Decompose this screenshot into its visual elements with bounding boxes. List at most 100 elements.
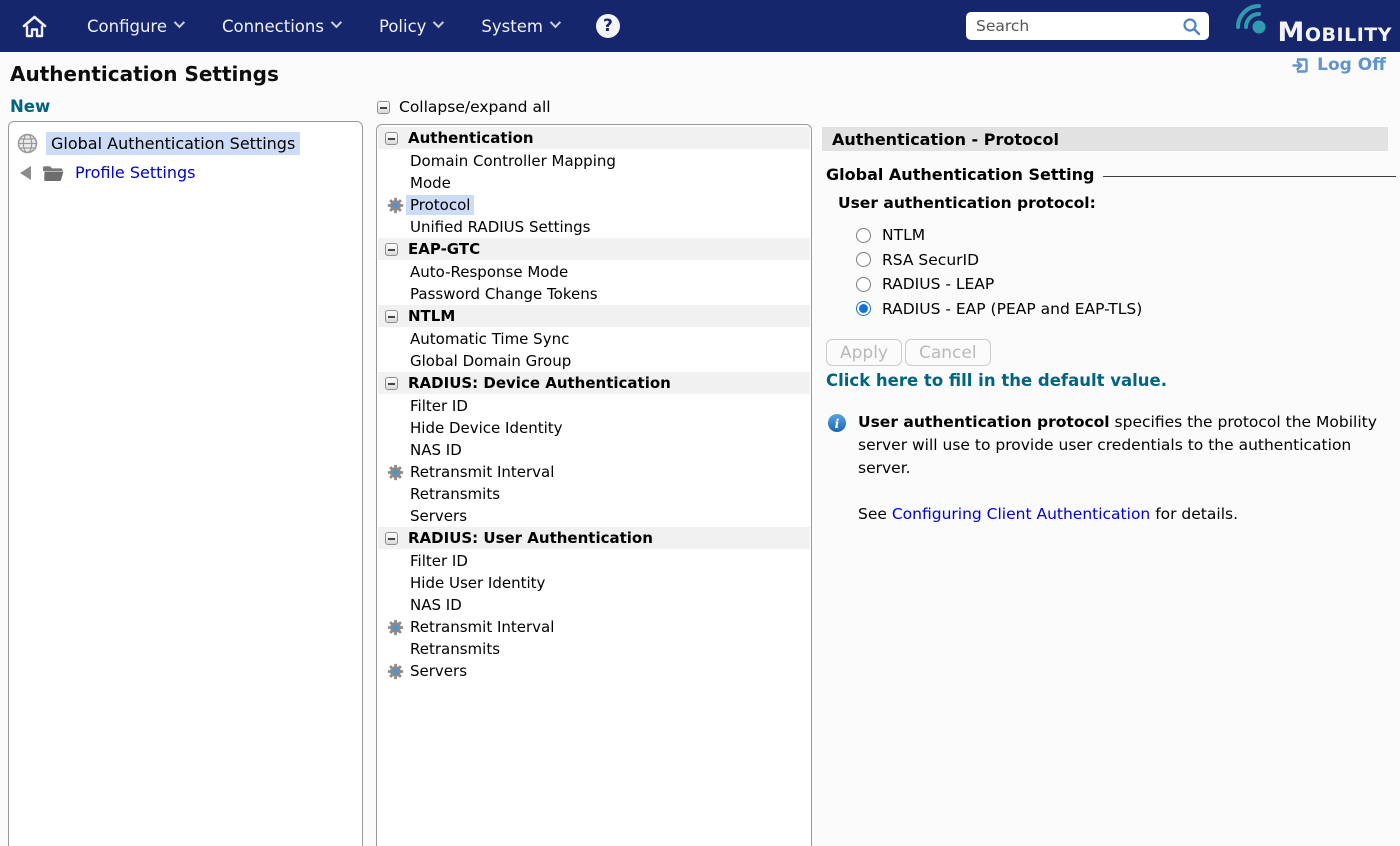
help-icon[interactable]: ? <box>596 14 620 38</box>
radio-label: NTLM <box>882 226 925 244</box>
cancel-button[interactable]: Cancel <box>905 339 991 366</box>
setting-item[interactable]: Auto-Response Mode <box>378 261 810 283</box>
setting-item[interactable]: Mode <box>378 172 810 194</box>
home-icon <box>22 15 47 38</box>
section-ntlm[interactable]: NTLM <box>378 305 810 327</box>
settings-tree-panel: Global Authentication Settings Profile S… <box>8 121 363 846</box>
nav-menu-system[interactable]: System <box>481 17 558 36</box>
radio-option-ntlm[interactable]: NTLM <box>856 223 1142 248</box>
setting-item[interactable]: Hide User Identity <box>378 572 810 594</box>
setting-label: Servers <box>410 507 467 525</box>
setting-item[interactable]: NAS ID <box>378 439 810 461</box>
nav-menu-policy[interactable]: Policy <box>379 17 441 36</box>
nav-menu-configure[interactable]: Configure <box>87 17 182 36</box>
setting-item[interactable]: Domain Controller Mapping <box>378 150 810 172</box>
setting-item[interactable]: Unified RADIUS Settings <box>378 216 810 238</box>
radio-option-radius-leap[interactable]: RADIUS - LEAP <box>856 272 1142 297</box>
logo-rest: OBILITY <box>1305 24 1392 46</box>
setting-label: Hide User Identity <box>410 574 545 592</box>
setting-item[interactable]: Automatic Time Sync <box>378 328 810 350</box>
setting-item[interactable]: Retransmit Interval <box>378 616 810 638</box>
log-off-link[interactable]: Log Off <box>1291 55 1386 75</box>
setting-item[interactable]: Retransmit Interval <box>378 461 810 483</box>
setting-label: Filter ID <box>410 552 468 570</box>
field-label: User authentication protocol: <box>838 194 1096 212</box>
radio-icon-selected[interactable] <box>856 301 871 316</box>
setting-item[interactable]: Servers <box>378 505 810 527</box>
search-box <box>966 12 1209 40</box>
setting-item-selected[interactable]: Protocol <box>378 194 810 216</box>
setting-label: Servers <box>410 662 467 680</box>
collapse-all-icon[interactable] <box>377 101 390 114</box>
setting-item[interactable]: Password Change Tokens <box>378 283 810 305</box>
top-navigation-bar: Configure Connections Policy System ? MO… <box>0 0 1400 52</box>
nav-menu-label: System <box>481 17 543 36</box>
setting-label: Protocol <box>406 195 474 215</box>
setting-label: Mode <box>410 174 451 192</box>
collapse-triangle-icon[interactable] <box>20 166 31 180</box>
setting-label: NAS ID <box>410 596 462 614</box>
radio-icon[interactable] <box>856 252 871 267</box>
log-off-icon <box>1291 56 1310 75</box>
mobility-logo: MOBILITY <box>1232 1 1392 52</box>
new-link[interactable]: New <box>10 97 50 116</box>
section-authentication[interactable]: Authentication <box>378 127 810 149</box>
setting-label: Retransmit Interval <box>410 463 554 481</box>
nav-menu-label: Policy <box>379 17 426 36</box>
setting-item[interactable]: Hide Device Identity <box>378 417 810 439</box>
setting-item[interactable]: Retransmits <box>378 483 810 505</box>
setting-label: Auto-Response Mode <box>410 263 568 281</box>
signal-icon <box>1232 3 1272 35</box>
section-title: RADIUS: Device Authentication <box>408 374 671 392</box>
setting-item[interactable]: Filter ID <box>378 550 810 572</box>
log-off-label: Log Off <box>1317 55 1386 75</box>
section-eap-gtc[interactable]: EAP-GTC <box>378 238 810 260</box>
see-suffix: for details. <box>1150 505 1238 523</box>
setting-label: Retransmits <box>410 485 500 503</box>
setting-item[interactable]: NAS ID <box>378 594 810 616</box>
folder-icon <box>42 164 64 182</box>
globe-icon <box>17 133 38 154</box>
gear-icon <box>387 197 404 214</box>
search-input[interactable] <box>966 12 1209 40</box>
setting-item[interactable]: Servers <box>378 660 810 682</box>
section-title: EAP-GTC <box>408 240 480 258</box>
setting-label: Password Change Tokens <box>410 285 598 303</box>
radio-label: RADIUS - LEAP <box>882 275 994 293</box>
gear-icon <box>387 619 404 636</box>
group-title: Global Authentication Setting <box>826 165 1094 184</box>
configuring-client-authentication-link[interactable]: Configuring Client Authentication <box>892 505 1150 523</box>
collapse-section-icon[interactable] <box>385 243 398 256</box>
search-icon[interactable] <box>1182 17 1201 36</box>
collapse-section-icon[interactable] <box>385 532 398 545</box>
chevron-down-icon <box>174 17 185 28</box>
setting-item[interactable]: Global Domain Group <box>378 350 810 372</box>
collapse-expand-all[interactable]: Collapse/expand all <box>377 98 551 116</box>
info-block: i User authentication protocol specifies… <box>828 411 1394 526</box>
setting-item[interactable]: Filter ID <box>378 395 810 417</box>
radio-option-radius-eap[interactable]: RADIUS - EAP (PEAP and EAP-TLS) <box>856 297 1142 322</box>
radio-icon[interactable] <box>856 228 871 243</box>
settings-list-panel: Authentication Domain Controller Mapping… <box>376 124 812 846</box>
tree-item-profile-settings[interactable]: Profile Settings <box>9 158 362 187</box>
setting-label: Global Domain Group <box>410 352 571 370</box>
apply-button[interactable]: Apply <box>826 339 902 366</box>
section-radius-device-authentication[interactable]: RADIUS: Device Authentication <box>378 372 810 394</box>
collapse-section-icon[interactable] <box>385 132 398 145</box>
gear-icon <box>387 663 404 680</box>
collapse-section-icon[interactable] <box>385 377 398 390</box>
setting-item[interactable]: Retransmits <box>378 638 810 660</box>
setting-label: NAS ID <box>410 441 462 459</box>
nav-menu-connections[interactable]: Connections <box>222 17 339 36</box>
logo-first-letter: M <box>1278 17 1305 48</box>
fill-default-link[interactable]: Click here to fill in the default value. <box>826 371 1167 390</box>
section-radius-user-authentication[interactable]: RADIUS: User Authentication <box>378 527 810 549</box>
tree-item-global-authentication-settings[interactable]: Global Authentication Settings <box>9 129 362 158</box>
radio-option-rsa-securid[interactable]: RSA SecurID <box>856 248 1142 273</box>
radio-icon[interactable] <box>856 277 871 292</box>
home-button[interactable] <box>22 15 47 38</box>
chevron-down-icon <box>433 17 444 28</box>
protocol-radio-group: NTLM RSA SecurID RADIUS - LEAP RADIUS - … <box>856 223 1142 321</box>
collapse-section-icon[interactable] <box>385 310 398 323</box>
radio-label: RADIUS - EAP (PEAP and EAP-TLS) <box>882 300 1142 318</box>
